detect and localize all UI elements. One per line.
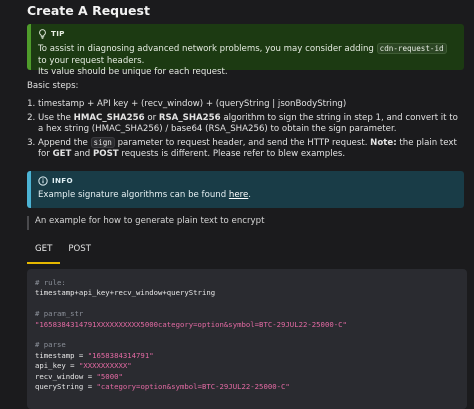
code-line: queryString = "category=option&symbol=BT… xyxy=(35,382,459,392)
tip-text-line2: Its value should be unique for each requ… xyxy=(38,67,228,78)
info-header: INFO xyxy=(38,175,456,187)
code-value: "5000" xyxy=(96,371,123,381)
code-tabs: GET POST xyxy=(27,240,99,264)
tip-label: TIP xyxy=(51,29,65,39)
tab-get[interactable]: GET xyxy=(27,240,61,264)
code-key: queryString = xyxy=(35,381,97,391)
step-2-or: or xyxy=(144,112,159,123)
code-value: "1658384314791" xyxy=(87,350,154,360)
step-1: timestamp + API key + (recv_window) + (q… xyxy=(38,99,463,111)
step-2: Use the HMAC_SHA256 or RSA_SHA256 algori… xyxy=(38,113,463,136)
step-3-mid: parameter to request header, and send th… xyxy=(114,137,371,148)
step-3: Append the sign parameter to request hea… xyxy=(38,136,463,161)
code-line: recv_window = "5000" xyxy=(35,372,459,382)
code-comment: # param_str xyxy=(35,309,84,319)
step-3-and: and xyxy=(71,149,93,160)
tip-text: To assist in diagnosing advanced network… xyxy=(38,44,377,54)
code-value: "category=option&symbol=BTC-29JUL22-2500… xyxy=(96,381,290,391)
code-key: api_key = xyxy=(35,361,79,371)
step-2-rsa: RSA_SHA256 xyxy=(158,112,221,123)
step-3-end: requests is different. Please refer to b… xyxy=(118,149,346,160)
code-comment: # rule: xyxy=(35,278,66,287)
step-3-text: Append the xyxy=(38,137,91,148)
step-3-get: GET xyxy=(52,149,72,160)
step-3-code: sign xyxy=(90,136,115,148)
code-line: api_key = "XXXXXXXXXX" xyxy=(35,361,459,371)
code-line: timestamp = "1658384314791" xyxy=(35,351,459,361)
code-blank xyxy=(35,330,459,340)
steps-list: timestamp + API key + (recv_window) + (q… xyxy=(27,99,463,163)
tip-code: cdn-request-id xyxy=(376,43,447,54)
basic-steps-heading: Basic steps: xyxy=(27,81,79,91)
code-block: # rule: timestamp+api_key+recv_window+qu… xyxy=(27,269,467,409)
lightbulb-icon xyxy=(38,29,47,39)
info-circle-icon xyxy=(38,176,48,186)
example-note: An example for how to generate plain tex… xyxy=(27,216,264,230)
info-end: . xyxy=(248,190,252,200)
tab-post[interactable]: POST xyxy=(60,240,99,264)
code-key: recv_window = xyxy=(35,371,97,381)
code-key: timestamp = xyxy=(35,350,88,360)
code-line: timestamp+api_key+recv_window+queryStrin… xyxy=(35,288,216,298)
step-3-note: Note: xyxy=(370,137,397,148)
page-title: Create A Request xyxy=(27,3,150,18)
step-3-post: POST xyxy=(93,149,119,160)
code-value: "XXXXXXXXXX" xyxy=(78,361,132,371)
info-admonition: INFO Example signature algorithms can be… xyxy=(27,171,464,208)
step-2-hmac: HMAC_SHA256 xyxy=(73,112,145,123)
signature-examples-link[interactable]: here xyxy=(229,190,248,200)
tip-body: To assist in diagnosing advanced network… xyxy=(38,43,456,79)
tip-text-end: to your request headers. xyxy=(38,55,145,66)
step-2-text: Use the xyxy=(38,112,74,123)
code-comment: # parse xyxy=(35,340,66,350)
code-string: "1658384314791XXXXXXXXXX5000category=opt… xyxy=(35,319,347,329)
step-1-text: timestamp + API key + (recv_window) + (q… xyxy=(38,99,347,109)
tip-admonition: TIP To assist in diagnosing advanced net… xyxy=(27,24,464,77)
info-body: Example signature algorithms can be foun… xyxy=(38,190,456,202)
info-text: Example signature algorithms can be foun… xyxy=(38,190,229,200)
info-label: INFO xyxy=(52,176,73,186)
code-blank xyxy=(35,299,459,309)
tip-header: TIP xyxy=(38,28,456,40)
